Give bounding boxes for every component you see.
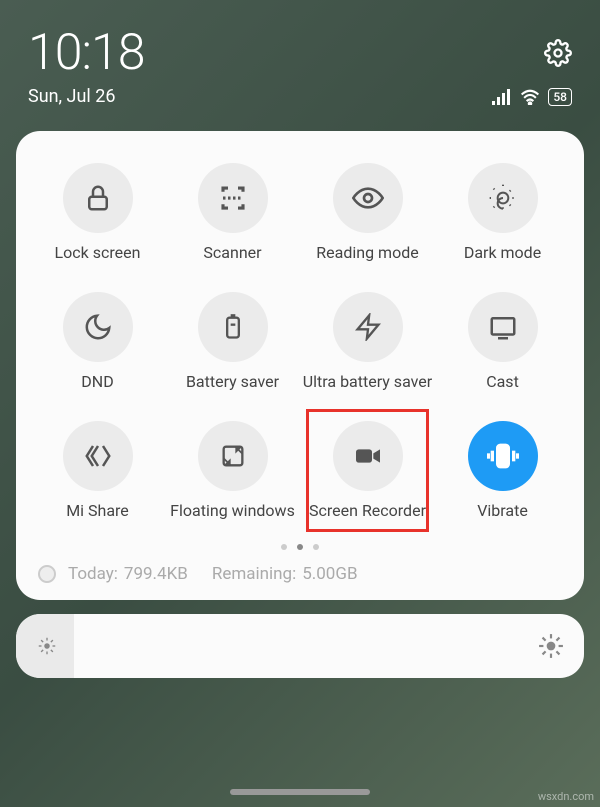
data-remaining-label: Remaining: [212,564,296,584]
date: Sun, Jul 26 [28,86,116,107]
tile-floating-window[interactable]: Floating windows [165,421,300,520]
tile-scanner[interactable]: Scanner [165,163,300,262]
tile-label: Mi Share [66,501,129,520]
settings-icon[interactable] [544,39,572,67]
page-indicator[interactable] [30,544,570,550]
page-dot[interactable] [281,544,287,550]
lock-icon [63,163,133,233]
tile-lock-screen[interactable]: Lock screen [30,163,165,262]
tiles-grid: Lock screen Scanner Reading mode Dark mode D… [30,163,570,520]
data-remaining-value: 5.00GB [302,564,357,584]
tile-label: Lock screen [55,243,141,262]
window-icon [198,421,268,491]
tile-label: Ultra battery saver [303,372,432,391]
data-today-label: Today: [68,564,118,584]
status-bar: 10:18 Sun, Jul 26 58 [0,0,600,117]
tile-screen-recorder[interactable]: Screen Recorder [300,421,435,520]
tile-label: Scanner [203,243,261,262]
status-icons: 58 [492,88,572,106]
tile-battery-saver[interactable]: Battery saver [165,292,300,391]
tile-label: Dark mode [464,243,541,262]
battery-indicator: 58 [548,88,572,106]
scanner-icon [198,163,268,233]
page-dot[interactable] [313,544,319,550]
clock: 10:18 [28,24,144,82]
data-usage-row[interactable]: Today: 799.4KB Remaining: 5.00GB [30,564,570,584]
wifi-icon [520,89,540,105]
tile-label: Reading mode [316,243,418,262]
video-icon [333,421,403,491]
brightness-high-icon [538,633,564,659]
navigation-handle[interactable] [230,789,370,795]
moon-icon [63,292,133,362]
quick-settings-panel: Lock screen Scanner Reading mode Dark mode D… [16,131,584,600]
watermark: wsxdn.com [538,790,594,803]
bolt-icon [333,292,403,362]
eye-icon [333,163,403,233]
page-dot[interactable] [297,544,303,550]
tile-dnd[interactable]: DND [30,292,165,391]
tile-label: DND [81,372,113,391]
vibrate-icon [468,421,538,491]
tile-label: Battery saver [186,372,279,391]
brightness-low-icon [36,635,58,657]
data-usage-icon [38,565,56,583]
brightness-slider[interactable] [16,614,584,678]
tile-cast[interactable]: Cast [435,292,570,391]
tile-label: Floating windows [170,501,295,520]
tile-vibrate[interactable]: Vibrate [435,421,570,520]
signal-icon [492,89,512,105]
tile-label: Cast [486,372,519,391]
darkmode-icon [468,163,538,233]
tile-label: Vibrate [477,501,528,520]
tile-label: Screen Recorder [309,501,426,520]
battery-icon [198,292,268,362]
tile-ultra-battery[interactable]: Ultra battery saver [300,292,435,391]
data-today-value: 799.4KB [124,564,188,584]
tile-mi-share[interactable]: Mi Share [30,421,165,520]
tile-reading-mode[interactable]: Reading mode [300,163,435,262]
mishare-icon [63,421,133,491]
tile-dark-mode[interactable]: Dark mode [435,163,570,262]
cast-icon [468,292,538,362]
